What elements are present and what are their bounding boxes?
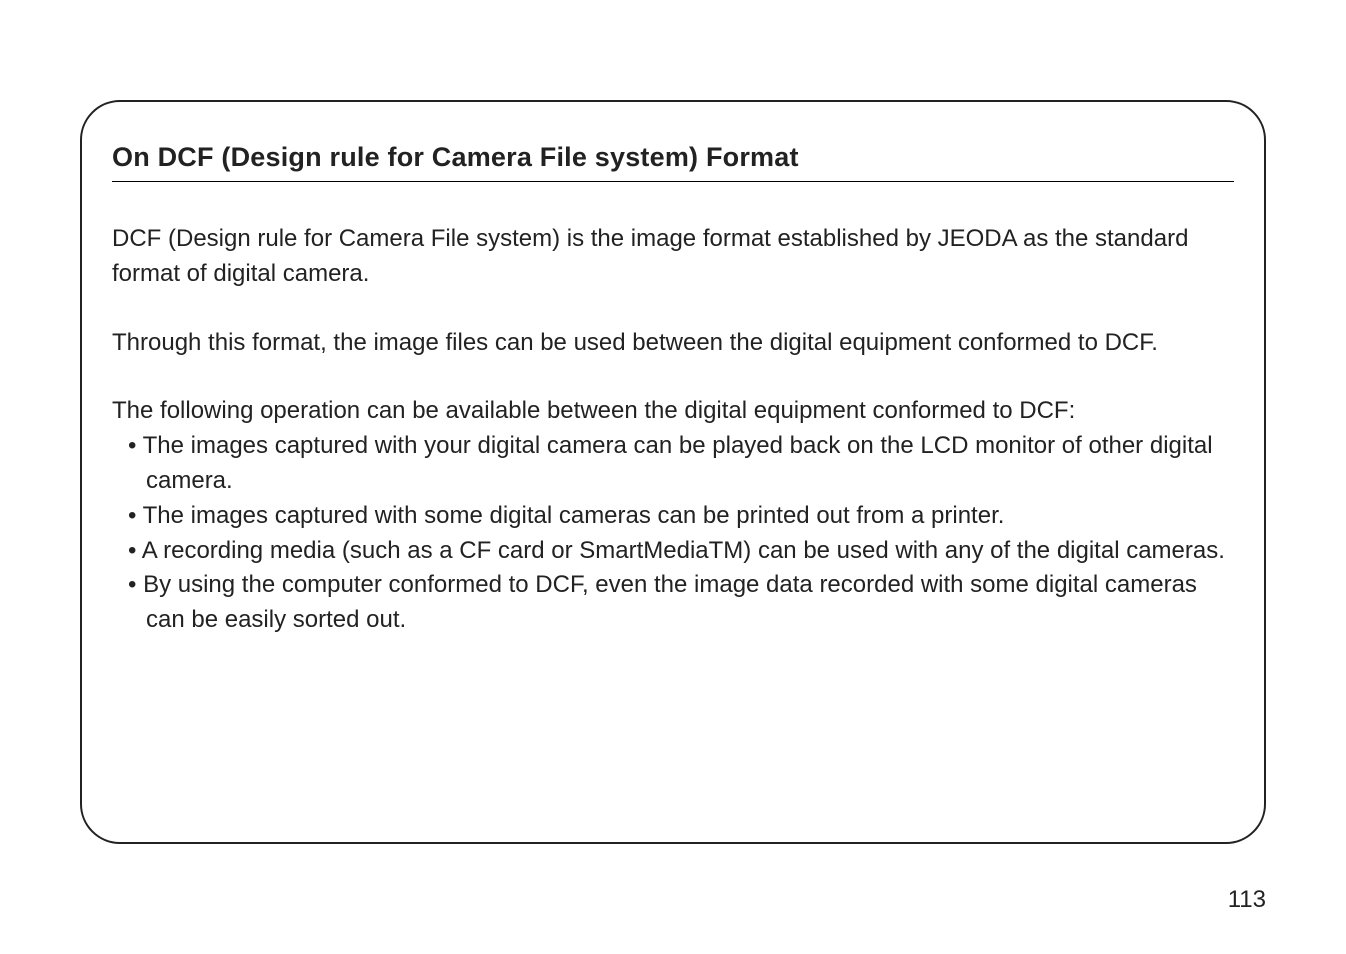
page-number: 113 [1228, 886, 1266, 914]
paragraph-1: DCF (Design rule for Camera File system)… [112, 222, 1234, 292]
section-heading: On DCF (Design rule for Camera File syst… [112, 142, 1234, 182]
bullet-item: By using the computer conformed to DCF, … [112, 568, 1234, 638]
bullet-item: The images captured with some digital ca… [112, 499, 1234, 534]
paragraph-2: Through this format, the image files can… [112, 326, 1234, 361]
bullet-item: The images captured with your digital ca… [112, 429, 1234, 499]
body-text: DCF (Design rule for Camera File system)… [112, 222, 1234, 429]
bullet-item: A recording media (such as a CF card or … [112, 534, 1234, 569]
bullet-list: The images captured with your digital ca… [112, 429, 1234, 638]
paragraph-3: The following operation can be available… [112, 394, 1234, 429]
page-frame: On DCF (Design rule for Camera File syst… [80, 100, 1266, 844]
